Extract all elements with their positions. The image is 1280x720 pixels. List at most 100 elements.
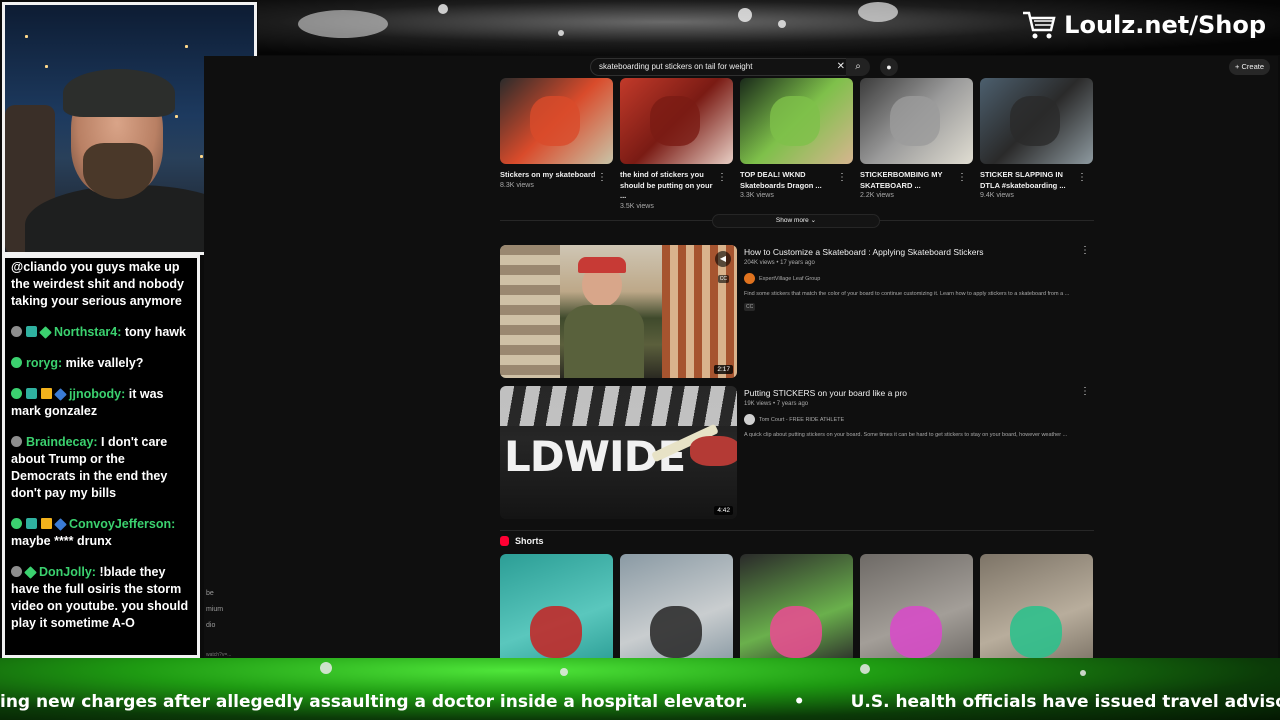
more-options-icon[interactable]: ⋮ [837, 172, 847, 183]
splash-decoration [298, 10, 388, 38]
chat-text: @cliando you guys make up the weirdest s… [11, 260, 184, 308]
chat-message: jjnobody: it was mark gonzalez [11, 386, 191, 420]
city-light [45, 65, 48, 68]
rail-label[interactable]: be [206, 590, 214, 597]
channel-name[interactable]: ExpertVillage Leaf Group [759, 276, 820, 282]
splash-decoration [560, 668, 568, 676]
city-light [175, 115, 178, 118]
more-options-icon[interactable]: ⋮ [957, 172, 967, 183]
video-meta: 19K views • 7 years ago [744, 401, 809, 407]
sticker-shape [500, 386, 737, 426]
video-title[interactable]: the kind of stickers you should be putti… [620, 170, 720, 202]
rail-label[interactable]: dio [206, 622, 215, 629]
channel-avatar[interactable] [744, 273, 755, 284]
chat-username[interactable]: Northstar4: [54, 325, 121, 339]
video-result[interactable]: ◀ CC 2:17 How to Customize a Skateboard … [500, 245, 1100, 379]
thumbnail-shape [890, 96, 940, 146]
channel-avatar[interactable] [744, 414, 755, 425]
channel-name[interactable]: Tom Court - FREE RIDE ATHLETE [759, 417, 844, 423]
related-video-card[interactable]: TOP DEAL! WKND Skateboards Dragon ... 3.3… [740, 78, 853, 199]
chat-message: Braindecay: I don't care about Trump or … [11, 434, 191, 502]
create-label: Create [1241, 62, 1264, 71]
chat-username[interactable]: DonJolly: [39, 565, 96, 579]
ticker-item: U.S. health officials have issued travel… [850, 692, 1280, 712]
splash-decoration [738, 8, 752, 22]
video-title[interactable]: TOP DEAL! WKND Skateboards Dragon ... [740, 170, 840, 191]
search-input[interactable]: skateboarding put stickers on tail for w… [590, 58, 850, 76]
shop-link[interactable]: Loulz.net/Shop [1022, 10, 1266, 40]
chat-text: mike vallely? [65, 356, 144, 370]
chat-badge-icon [24, 566, 37, 579]
chat-badge-icon [11, 388, 22, 399]
short-card[interactable] [860, 554, 973, 658]
streamer-beard [83, 143, 153, 199]
short-thumbnail-shape [890, 606, 942, 658]
browser-window: be mium dio skateboarding put stickers o… [204, 56, 1278, 658]
chat-username[interactable]: ConvoyJefferson: [69, 517, 175, 531]
more-options-icon[interactable]: ⋮ [717, 172, 727, 183]
captions-icon[interactable]: CC [717, 275, 729, 283]
chat-badge-icon [11, 326, 22, 337]
rail-label[interactable]: mium [206, 606, 223, 613]
chat-badge-icon [11, 566, 22, 577]
clear-search-icon[interactable]: ✕ [837, 61, 845, 72]
related-video-card[interactable]: STICKERBOMBING MY SKATEBOARD ... 2.2K vie… [860, 78, 973, 199]
channel-link[interactable]: ExpertVillage Leaf Group [744, 273, 820, 284]
splash-decoration [320, 662, 332, 674]
related-video-card[interactable]: the kind of stickers you should be putti… [620, 78, 733, 210]
video-thumbnail[interactable] [740, 78, 853, 164]
short-card[interactable] [740, 554, 853, 658]
chat-text: maybe **** drunx [11, 534, 112, 548]
video-title[interactable]: Stickers on my skateboard [500, 170, 600, 181]
video-views: 9.4K views [980, 192, 1014, 199]
thumbnail-shape [530, 96, 580, 146]
video-title[interactable]: Putting STICKERS on your board like a pr… [744, 388, 907, 398]
related-video-card[interactable]: STICKER SLAPPING IN DTLA #skateboarding … [980, 78, 1093, 199]
chat-badge-icon [26, 518, 37, 529]
short-card[interactable] [620, 554, 733, 658]
top-banner: Loulz.net/Shop [258, 0, 1280, 55]
channel-link[interactable]: Tom Court - FREE RIDE ATHLETE [744, 414, 844, 425]
video-thumbnail[interactable] [980, 78, 1093, 164]
short-card[interactable] [980, 554, 1093, 658]
chat-username[interactable]: jjnobody: [69, 387, 125, 401]
chat-username[interactable]: Braindecay: [26, 435, 98, 449]
ticker-text: ing new charges after allegedly assaulti… [0, 692, 1280, 712]
ticker-separator: • [793, 692, 805, 712]
city-light [25, 35, 28, 38]
more-options-icon[interactable]: ⋮ [1080, 386, 1090, 397]
shorts-header: Shorts [500, 536, 544, 546]
show-more-button[interactable]: Show more ⌄ [712, 214, 880, 228]
search-query: skateboarding put stickers on tail for w… [599, 62, 753, 71]
chat-badge-icon [26, 388, 37, 399]
short-thumbnail-shape [530, 606, 582, 658]
video-thumbnail[interactable] [860, 78, 973, 164]
more-options-icon[interactable]: ⋮ [1080, 245, 1090, 256]
video-thumbnail[interactable] [500, 78, 613, 164]
shelf-shape [500, 245, 560, 378]
chat-username[interactable]: roryg: [26, 356, 62, 370]
short-thumbnail-shape [650, 606, 702, 658]
video-thumbnail[interactable]: ◀ CC 2:17 [500, 245, 737, 378]
mute-icon[interactable]: ◀ [715, 251, 731, 267]
video-title[interactable]: STICKERBOMBING MY SKATEBOARD ... [860, 170, 960, 191]
video-title[interactable]: STICKER SLAPPING IN DTLA #skateboarding … [980, 170, 1080, 191]
video-title[interactable]: How to Customize a Skateboard : Applying… [744, 247, 984, 257]
video-thumbnail[interactable]: LDWIDE 4:42 [500, 386, 737, 519]
more-options-icon[interactable]: ⋮ [597, 172, 607, 183]
search-icon: ⌕ [855, 61, 861, 72]
voice-search-button[interactable]: ● [880, 58, 898, 76]
create-button[interactable]: + Create [1229, 59, 1270, 75]
short-card[interactable] [500, 554, 613, 658]
shop-label: Loulz.net/Shop [1064, 11, 1266, 39]
short-thumbnail-shape [1010, 606, 1062, 658]
chat-message: @cliando you guys make up the weirdest s… [11, 259, 191, 310]
video-duration: 4:42 [714, 506, 733, 515]
related-video-card[interactable]: Stickers on my skateboard 8.3K views ⋮ [500, 78, 613, 189]
video-thumbnail[interactable] [620, 78, 733, 164]
search-button[interactable]: ⌕ [846, 58, 870, 76]
chat-text: !blade they have the full osiris the sto… [11, 565, 189, 630]
more-options-icon[interactable]: ⋮ [1077, 172, 1087, 183]
video-result[interactable]: LDWIDE 4:42 Putting STICKERS on your boa… [500, 386, 1100, 520]
splash-decoration [778, 20, 786, 28]
